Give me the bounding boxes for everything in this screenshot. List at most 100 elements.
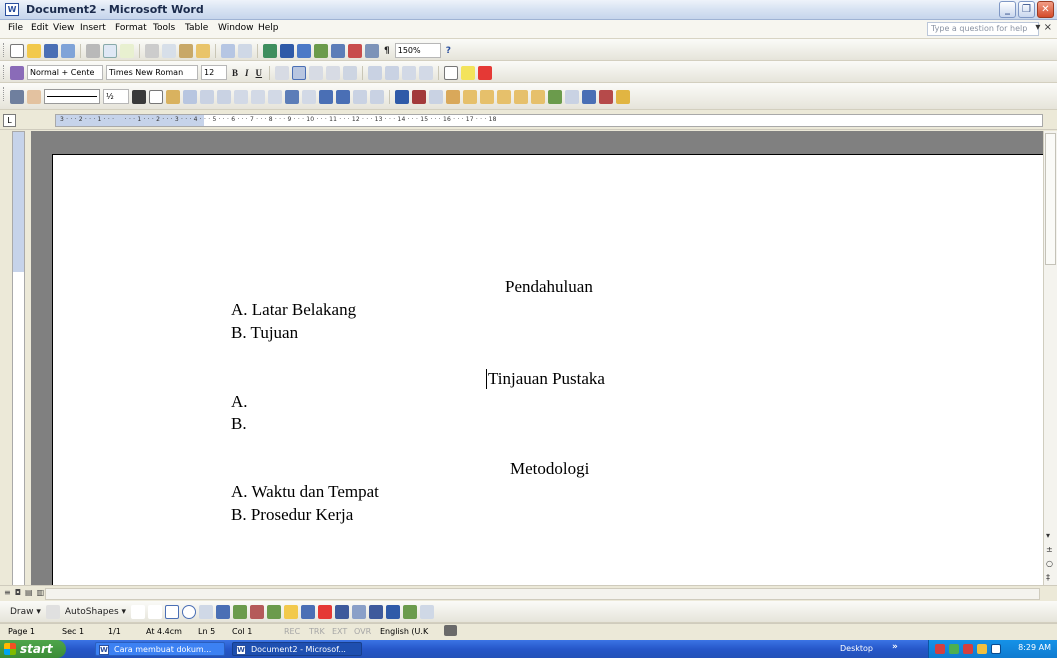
menu-edit[interactable]: Edit bbox=[31, 23, 48, 33]
align-left-icon[interactable] bbox=[275, 65, 290, 80]
align-cell-icon[interactable] bbox=[234, 89, 248, 104]
taskbar-item[interactable]: W Cara membuat dokum... bbox=[95, 642, 225, 656]
eraser-icon[interactable] bbox=[27, 89, 41, 104]
equation-icon[interactable] bbox=[370, 89, 384, 104]
word-app-icon[interactable]: W bbox=[5, 3, 19, 16]
fill-color-icon[interactable] bbox=[284, 605, 299, 619]
menu-table[interactable]: Table bbox=[185, 23, 208, 33]
toolbar-options-icon[interactable] bbox=[420, 605, 435, 619]
border-color-icon[interactable] bbox=[132, 89, 146, 104]
numbering-icon[interactable] bbox=[368, 65, 383, 80]
list-item[interactable]: B. Prosedur Kerja bbox=[231, 505, 353, 525]
clip-art-icon[interactable] bbox=[250, 605, 265, 619]
taskbar-item-active[interactable]: W Document2 - Microsof... bbox=[232, 642, 362, 656]
edit-icon-7[interactable] bbox=[565, 89, 579, 104]
vertical-scrollbar[interactable]: ▾ ± ○ ‡ bbox=[1043, 131, 1057, 599]
status-rec[interactable]: REC bbox=[284, 627, 300, 636]
update-icon[interactable] bbox=[991, 644, 1001, 654]
line-icon[interactable] bbox=[131, 605, 146, 619]
edit-icon-5[interactable] bbox=[531, 89, 545, 104]
list-item[interactable]: B. Tujuan bbox=[231, 323, 298, 343]
outside-border-icon[interactable] bbox=[149, 89, 163, 104]
shadow-style-icon[interactable] bbox=[386, 605, 401, 619]
help-icon[interactable]: ? bbox=[444, 46, 453, 56]
bold-button[interactable]: B bbox=[230, 68, 240, 78]
3d-style-icon[interactable] bbox=[403, 605, 418, 619]
select-objects-icon[interactable] bbox=[45, 605, 60, 619]
edit-icon-1[interactable] bbox=[463, 89, 477, 104]
columns-icon[interactable] bbox=[331, 43, 345, 58]
change-text-direction-icon[interactable] bbox=[302, 89, 316, 104]
open-folder-icon[interactable] bbox=[27, 43, 41, 58]
justify-icon[interactable] bbox=[326, 65, 341, 80]
shading-color-icon[interactable] bbox=[166, 89, 180, 104]
decrease-indent-icon[interactable] bbox=[402, 65, 417, 80]
align-right-icon[interactable] bbox=[309, 65, 324, 80]
edit-icon-3[interactable] bbox=[497, 89, 511, 104]
status-trk[interactable]: TRK bbox=[309, 627, 325, 636]
insert-excel-icon[interactable] bbox=[314, 43, 328, 58]
autoshapes-menu-button[interactable]: AutoShapes ▾ bbox=[63, 607, 128, 617]
distribute-rows-icon[interactable] bbox=[251, 89, 265, 104]
menu-view[interactable]: View bbox=[53, 23, 74, 33]
menu-insert[interactable]: Insert bbox=[80, 23, 106, 33]
status-ext[interactable]: EXT bbox=[332, 627, 347, 636]
drawing-icon[interactable] bbox=[348, 43, 362, 58]
print-preview-icon[interactable] bbox=[103, 43, 117, 58]
zoom-select[interactable]: 150% bbox=[394, 43, 441, 58]
chart-icon[interactable] bbox=[446, 89, 460, 104]
menu-format[interactable]: Format bbox=[115, 23, 147, 33]
next-page-icon[interactable]: ‡ bbox=[1046, 573, 1050, 582]
heading-pendahuluan[interactable]: Pendahuluan bbox=[505, 277, 593, 297]
network-icon[interactable] bbox=[935, 644, 945, 654]
research-icon[interactable] bbox=[412, 89, 426, 104]
list-item[interactable]: A. Latar Belakang bbox=[231, 300, 356, 320]
border-icon[interactable] bbox=[444, 65, 459, 80]
desktop-toolbar-label[interactable]: Desktop bbox=[840, 644, 873, 653]
dash-style-icon[interactable] bbox=[352, 605, 367, 619]
font-color-icon[interactable] bbox=[318, 605, 333, 619]
toolbar-grip[interactable] bbox=[3, 43, 6, 57]
copy-icon[interactable] bbox=[162, 43, 176, 58]
highlight-icon[interactable] bbox=[461, 65, 476, 80]
draw-table-icon[interactable] bbox=[10, 89, 24, 104]
vertical-ruler[interactable] bbox=[12, 131, 25, 599]
insert-table-icon[interactable] bbox=[297, 43, 311, 58]
redo-icon[interactable] bbox=[238, 43, 252, 58]
wordart-icon[interactable] bbox=[216, 605, 231, 619]
sort-descending-icon[interactable] bbox=[336, 89, 350, 104]
help-question-input[interactable]: Type a question for help bbox=[927, 22, 1039, 36]
hyperlink-icon[interactable] bbox=[263, 43, 277, 58]
chevron-right-icon[interactable]: » bbox=[892, 642, 898, 652]
spelling-status-icon[interactable] bbox=[444, 625, 457, 636]
spelling-icon[interactable] bbox=[120, 43, 134, 58]
clock[interactable]: 8:29 AM bbox=[1018, 643, 1051, 652]
picture-icon[interactable] bbox=[267, 605, 282, 619]
toolbar-grip[interactable] bbox=[3, 65, 6, 79]
select-browse-object-icon[interactable]: ○ bbox=[1046, 559, 1053, 568]
line-color-icon[interactable] bbox=[301, 605, 316, 619]
paste-icon[interactable] bbox=[179, 43, 193, 58]
font-select[interactable]: Times New Roman bbox=[106, 65, 198, 80]
horizontal-ruler[interactable]: 3 · · · 2 · · · 1 · · · · · · 1 · · · 2 … bbox=[55, 114, 1043, 127]
align-center-icon[interactable] bbox=[292, 65, 307, 80]
line-spacing-icon[interactable] bbox=[343, 65, 358, 80]
rectangle-icon[interactable] bbox=[165, 605, 180, 619]
print-icon[interactable] bbox=[86, 43, 100, 58]
document-page[interactable]: Pendahuluan A. Latar Belakang B. Tujuan … bbox=[52, 154, 1043, 599]
menu-file[interactable]: File bbox=[8, 23, 23, 33]
horizontal-scrollbar[interactable] bbox=[45, 588, 1040, 600]
network-icon-2[interactable] bbox=[963, 644, 973, 654]
increase-indent-icon[interactable] bbox=[419, 65, 434, 80]
menu-tools[interactable]: Tools bbox=[153, 23, 175, 33]
edit-icon-10[interactable] bbox=[616, 89, 630, 104]
document-map-icon[interactable] bbox=[365, 43, 379, 58]
italic-button[interactable]: I bbox=[243, 68, 251, 78]
tab-selector[interactable]: L bbox=[3, 114, 16, 127]
font-color-icon[interactable] bbox=[478, 65, 493, 80]
edit-icon-6[interactable] bbox=[548, 89, 562, 104]
tables-borders-icon[interactable] bbox=[280, 43, 294, 58]
edit-icon-4[interactable] bbox=[514, 89, 528, 104]
previous-page-icon[interactable]: ± bbox=[1046, 545, 1053, 554]
edit-icon-9[interactable] bbox=[599, 89, 613, 104]
